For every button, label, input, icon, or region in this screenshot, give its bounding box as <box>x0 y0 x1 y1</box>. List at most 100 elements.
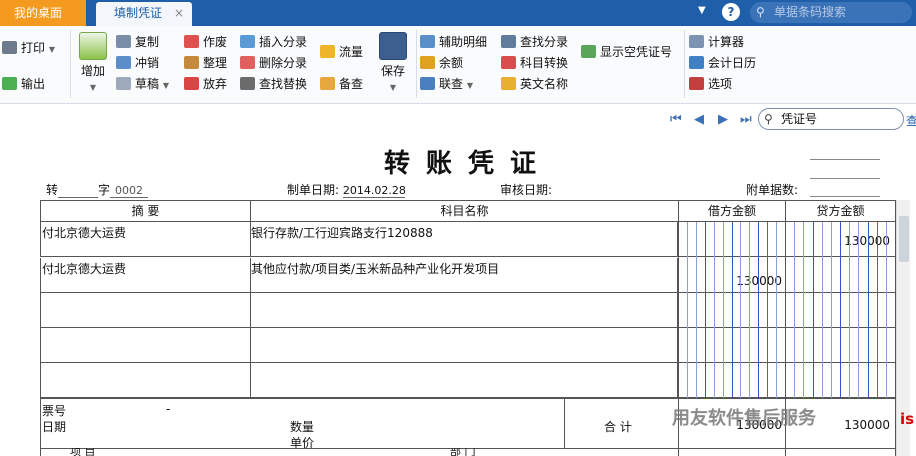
summary-cell[interactable] <box>40 363 251 398</box>
voucher-search-input[interactable]: ⚲ 凭证号 <box>758 108 904 130</box>
tab-bar: 我的桌面 填制凭证 × ▼ ? ⚲ 单据条码搜索 <box>0 0 916 26</box>
delete-entry-label: 删除分录 <box>259 56 308 70</box>
attach-count-field[interactable]: 附单据数: <box>746 181 798 198</box>
tidy-icon <box>184 56 199 69</box>
aux-detail-icon <box>420 35 435 48</box>
delete-entry-icon <box>240 56 255 69</box>
tidy-label: 整理 <box>203 56 228 70</box>
find-replace-label: 查找替换 <box>259 77 308 91</box>
dropdown-icon[interactable]: ▼ <box>698 5 706 16</box>
export-button[interactable]: 输出 <box>2 74 45 94</box>
tools-icon <box>689 77 704 90</box>
voucher-number: 0002 <box>110 184 149 198</box>
accounting-calendar-button[interactable]: 会计日历 <box>689 53 756 73</box>
reverse-button[interactable]: 冲销 <box>116 53 159 73</box>
summary-cell[interactable] <box>40 328 251 363</box>
subject-convert-button[interactable]: 科目转换 <box>501 53 568 73</box>
scrollbar-thumb[interactable] <box>899 216 909 262</box>
credit-amount[interactable]: 130000 <box>796 234 890 248</box>
english-name-button[interactable]: 英文名称 <box>501 74 568 94</box>
digit-column-line <box>877 222 878 398</box>
voucher-type-field[interactable]: 转 字 0002 <box>46 181 149 198</box>
copy-button[interactable]: 复制 <box>116 32 159 52</box>
account-cell[interactable] <box>250 363 678 398</box>
export-icon <box>2 77 17 90</box>
digit-column-line <box>831 222 832 398</box>
account-cell[interactable] <box>250 293 678 328</box>
tidy-button[interactable]: 整理 <box>184 53 227 73</box>
digit-column-line <box>776 222 777 398</box>
link-query-label: 联查 <box>439 77 464 91</box>
date-value: 2014.02.28 <box>342 184 406 198</box>
voucher-type-underline <box>58 184 99 198</box>
find-entry-icon <box>501 35 516 48</box>
account-cell[interactable]: 其他应付款/项目类/玉米新品种产业化开发项目 <box>250 258 678 293</box>
ticket-no-dash: - <box>166 402 171 416</box>
insert-entry-label: 插入分录 <box>259 35 308 49</box>
query-link[interactable]: 查 <box>906 112 916 129</box>
add-icon <box>79 32 107 60</box>
close-icon[interactable]: × <box>174 2 184 24</box>
digit-column-line <box>732 222 733 398</box>
tab-my-desktop[interactable]: 我的桌面 <box>0 0 86 26</box>
project-label: 项 目 <box>70 448 96 456</box>
discard-button[interactable]: 放弃 <box>184 74 227 94</box>
barcode-search-input[interactable]: ⚲ 单据条码搜索 <box>750 2 912 23</box>
account-cell[interactable] <box>250 328 678 363</box>
draft-button[interactable]: 草稿 ▼ <box>116 74 169 94</box>
show-empty-voucher-button[interactable]: 显示空凭证号 <box>581 42 672 62</box>
prev-record-icon[interactable]: ◀ <box>694 112 704 127</box>
flow-button[interactable]: 流量 <box>320 42 363 62</box>
digit-column-line <box>687 222 688 398</box>
right-line-2 <box>810 178 880 179</box>
summary-cell[interactable]: 付北京德大运费 <box>40 258 251 293</box>
voucher-date-field[interactable]: 制单日期: 2014.02.28 <box>287 181 406 198</box>
footer-divider <box>564 398 565 448</box>
insert-entry-icon <box>240 35 255 48</box>
next-record-icon[interactable]: ▶ <box>718 112 728 127</box>
calculator-button[interactable]: 计算器 <box>689 32 744 52</box>
first-record-icon[interactable]: ⏮ <box>670 112 682 127</box>
account-cell[interactable]: 银行存款/工行迎宾路支行120888 <box>250 222 678 257</box>
options-button[interactable]: 选项 <box>689 74 732 94</box>
balance-button[interactable]: 余额 <box>420 53 463 73</box>
add-button[interactable]: 增加 ▼ <box>76 32 110 93</box>
options-label: 选项 <box>708 77 733 91</box>
calculator-label: 计算器 <box>708 35 745 49</box>
save-label: 保存 <box>380 64 405 78</box>
summary-cell[interactable] <box>40 293 251 328</box>
delete-entry-button[interactable]: 删除分录 <box>240 53 307 73</box>
digit-column-line <box>767 222 768 398</box>
english-name-label: 英文名称 <box>520 77 569 91</box>
digit-column-line <box>723 222 724 398</box>
toolbar-divider <box>684 30 685 98</box>
last-record-icon[interactable]: ⏭ <box>740 112 752 127</box>
link-query-button[interactable]: 联查 ▼ <box>420 74 473 94</box>
find-replace-button[interactable]: 查找替换 <box>240 74 307 94</box>
accounting-calendar-label: 会计日历 <box>708 56 757 70</box>
help-icon[interactable]: ? <box>722 3 740 21</box>
chevron-down-icon: ▼ <box>48 45 55 54</box>
digit-column-line <box>803 222 804 398</box>
find-entry-button[interactable]: 查找分录 <box>501 32 568 52</box>
header-account: 科目名称 <box>250 200 679 222</box>
reverse-icon <box>116 56 131 69</box>
watermark: 用友软件售后服务 <box>672 408 816 429</box>
watermark-logo: is <box>900 410 915 428</box>
print-button[interactable]: 打印 ▼ <box>2 38 55 58</box>
floppy-disk-icon <box>379 32 407 60</box>
find-replace-icon <box>240 77 255 90</box>
tab-fill-voucher[interactable]: 填制凭证 × <box>96 2 192 26</box>
chevron-down-icon: ▼ <box>389 83 397 92</box>
insert-entry-button[interactable]: 插入分录 <box>240 32 307 52</box>
memo-button[interactable]: 备查 <box>320 74 363 94</box>
debit-amount[interactable]: 130000 <box>690 274 782 288</box>
aux-detail-button[interactable]: 辅助明细 <box>420 32 487 52</box>
balance-icon <box>420 56 435 69</box>
dept-label: 部 门 <box>450 448 476 456</box>
summary-cell[interactable]: 付北京德大运费 <box>40 222 251 257</box>
save-button[interactable]: 保存 ▼ <box>378 32 408 93</box>
chevron-down-icon: ▼ <box>89 83 97 92</box>
void-button[interactable]: 作废 <box>184 32 227 52</box>
audit-date-label: 审核日期: <box>500 183 553 197</box>
